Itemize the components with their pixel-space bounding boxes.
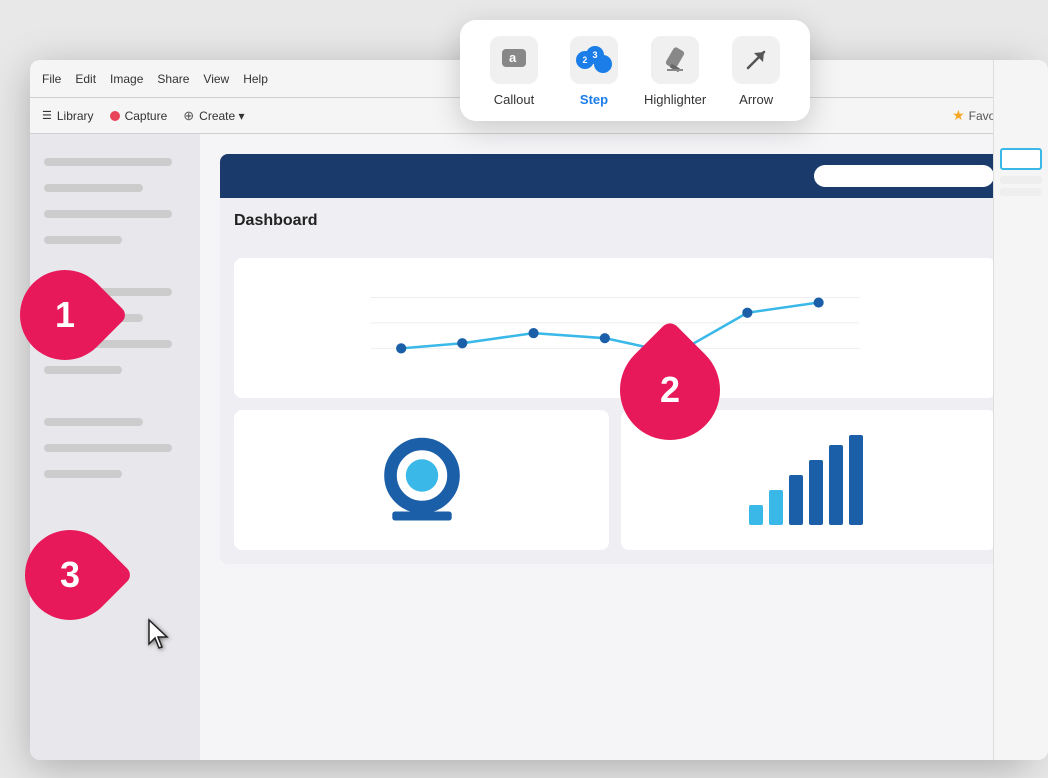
menu-share[interactable]: Share (157, 72, 189, 86)
capture-button[interactable]: Capture (110, 109, 168, 123)
step-icon: 2 3 (570, 36, 618, 84)
search-bar[interactable] (814, 165, 994, 187)
line-chart-card (234, 258, 996, 398)
bottom-cards (234, 410, 996, 550)
step-tool[interactable]: 2 3 Step (564, 36, 624, 107)
toolbar-popup: a Callout 2 3 Step Highlighter (460, 20, 810, 121)
dashboard-title: Dashboard (234, 212, 996, 230)
dashboard-body: Dashboard (220, 198, 1010, 564)
menu-file[interactable]: File (42, 72, 61, 86)
step-number-2: 2 (660, 369, 680, 411)
sidebar-line-11 (44, 470, 122, 478)
sidebar-line-4 (44, 236, 122, 244)
highlighter-icon (651, 36, 699, 84)
sidebar (30, 134, 200, 760)
arrow-icon (732, 36, 780, 84)
cursor-icon (145, 618, 173, 659)
sidebar-line-8 (44, 366, 122, 374)
sidebar-line-3 (44, 210, 172, 218)
arrow-label: Arrow (739, 92, 773, 107)
right-panel-content (994, 140, 1048, 208)
menu-help[interactable]: Help (243, 72, 268, 86)
callout-tool[interactable]: a Callout (484, 36, 544, 107)
dashboard-header (220, 154, 1010, 198)
callout-icon: a (490, 36, 538, 84)
line-chart (248, 272, 982, 384)
menu-image[interactable]: Image (110, 72, 143, 86)
content-area: Dashboard (200, 134, 1030, 760)
step-label: Step (580, 92, 608, 107)
highlighter-tool[interactable]: Highlighter (644, 36, 706, 107)
bar-chart (744, 430, 874, 530)
right-panel-input[interactable] (1000, 148, 1042, 170)
menu-view[interactable]: View (203, 72, 229, 86)
svg-text:a: a (509, 50, 517, 65)
main-content: Dashboard (30, 134, 1030, 760)
sidebar-line-9 (44, 418, 143, 426)
sidebar-line-10 (44, 444, 172, 452)
callout-label: Callout (494, 92, 534, 107)
step-number-1: 1 (55, 294, 75, 336)
step-number-3: 3 (60, 554, 80, 596)
highlighter-label: Highlighter (644, 92, 706, 107)
menu-bar: File Edit Image Share View Help (42, 72, 268, 86)
right-panel (993, 60, 1048, 760)
menu-edit[interactable]: Edit (75, 72, 96, 86)
sidebar-line-2 (44, 184, 143, 192)
right-panel-line-2 (1000, 188, 1042, 196)
app-window: File Edit Image Share View Help ☰ Librar… (30, 60, 1030, 760)
right-panel-line-1 (1000, 176, 1042, 184)
arrow-tool[interactable]: Arrow (726, 36, 786, 107)
sidebar-line-1 (44, 158, 172, 166)
donut-chart (377, 435, 467, 525)
donut-card (234, 410, 609, 550)
step-circle-blank (594, 55, 612, 73)
create-button[interactable]: ⊕ Create ▾ (183, 108, 244, 124)
library-button[interactable]: ☰ Library (42, 109, 94, 123)
